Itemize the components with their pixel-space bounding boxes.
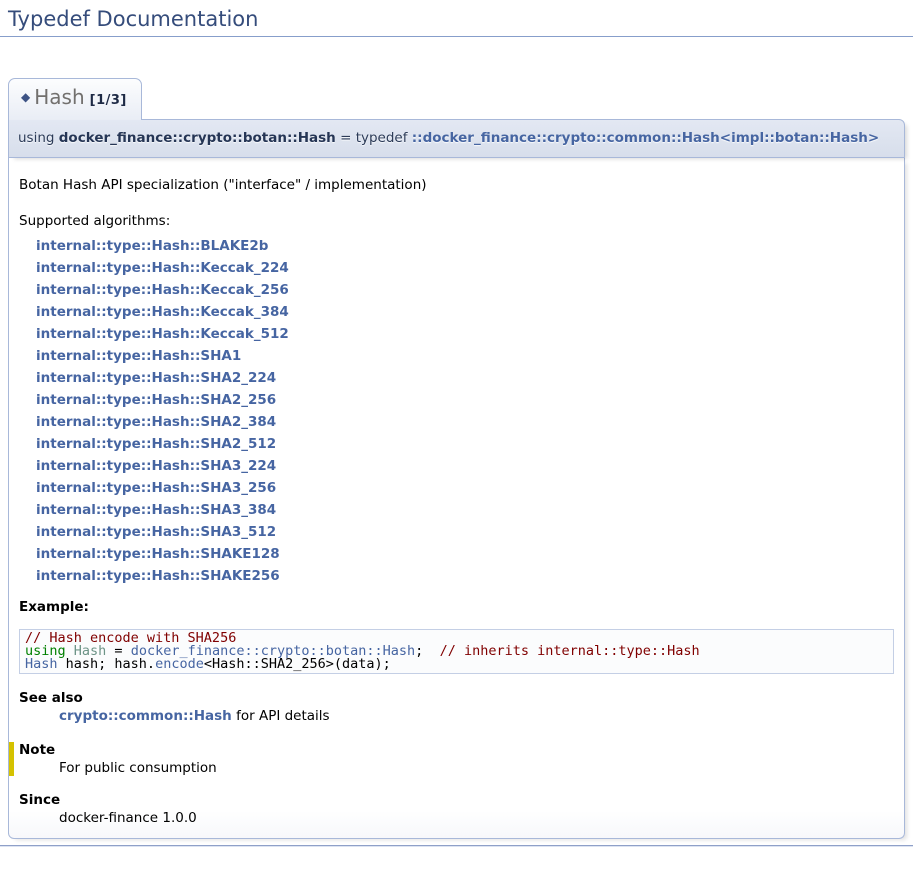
since-text: docker-finance 1.0.0 [59, 810, 894, 826]
footer-rule [0, 845, 913, 847]
typedef-declaration: using docker_finance::crypto::botan::Has… [8, 119, 905, 158]
algorithm-link[interactable]: internal::type::Hash::SHA2_256 [36, 389, 276, 411]
since-section: Since docker-finance 1.0.0 [19, 792, 894, 826]
typedef-documentation-page: Typedef Documentation ◆ Hash [1/3] using d… [0, 0, 913, 839]
note-text: For public consumption [59, 760, 894, 776]
algorithm-link[interactable]: internal::type::Hash::SHA2_384 [36, 411, 276, 433]
code-link[interactable]: Hash [25, 656, 58, 672]
declaration-type-link[interactable]: ::docker_finance::crypto::common::Hash<i… [412, 130, 879, 146]
page-title: Typedef Documentation [0, 0, 913, 37]
algorithm-link[interactable]: internal::type::Hash::SHA3_384 [36, 499, 276, 521]
algorithm-link[interactable]: internal::type::Hash::SHA2_224 [36, 367, 276, 389]
supported-algorithms-block: Supported algorithms: internal::type::Ha… [19, 210, 894, 587]
algorithm-link[interactable]: internal::type::Hash::SHA2_512 [36, 433, 276, 455]
code-line: Hash hash; hash.encode<Hash::SHA2_256>(d… [25, 658, 888, 671]
see-also-content: crypto::common::Hash for API details [59, 708, 894, 724]
code-token-plain: <Hash::SHA2_256>(data); [204, 656, 391, 672]
code-token-plain: hash; hash. [58, 656, 156, 672]
since-heading: Since [19, 792, 894, 808]
typedef-member-hash: ◆Hash[1/3] using docker_finance::crypto:… [8, 78, 905, 839]
algorithm-link[interactable]: internal::type::Hash::SHA1 [36, 345, 241, 367]
note-heading: Note [19, 742, 894, 758]
member-tab-hash[interactable]: ◆ Hash [1/3] [8, 78, 142, 120]
algorithm-link[interactable]: internal::type::Hash::Keccak_512 [36, 323, 289, 345]
algorithm-link[interactable]: internal::type::Hash::BLAKE2b [36, 235, 268, 257]
supported-algorithms-label: Supported algorithms: [19, 210, 894, 232]
code-token-plain: ; [415, 643, 439, 659]
code-link[interactable]: encode [155, 656, 204, 672]
algorithm-link[interactable]: internal::type::Hash::Keccak_384 [36, 301, 289, 323]
algorithm-link-list: internal::type::Hash::BLAKE2binternal::t… [19, 235, 894, 587]
see-also-section: See also crypto::common::Hash for API de… [19, 690, 894, 724]
diamond-anchor-icon[interactable]: ◆ [21, 90, 30, 104]
algorithm-link[interactable]: internal::type::Hash::SHAKE128 [36, 543, 280, 565]
member-documentation: Botan Hash API specialization ("interfac… [8, 158, 905, 839]
member-tab-name: Hash [34, 85, 84, 109]
code-token-comment: // inherits internal::type::Hash [440, 643, 700, 659]
see-also-text: for API details [232, 708, 330, 724]
algorithm-link[interactable]: internal::type::Hash::SHA3_256 [36, 477, 276, 499]
brief-description: Botan Hash API specialization ("interfac… [19, 177, 894, 193]
code-example: // Hash encode with SHA256using Hash = d… [19, 629, 894, 674]
see-also-heading: See also [19, 690, 894, 706]
example-section: Example: [19, 599, 894, 615]
algorithm-link[interactable]: internal::type::Hash::Keccak_256 [36, 279, 289, 301]
see-also-link[interactable]: crypto::common::Hash [59, 708, 232, 724]
algorithm-link[interactable]: internal::type::Hash::SHA3_224 [36, 455, 276, 477]
algorithm-link[interactable]: internal::type::Hash::SHAKE256 [36, 565, 280, 587]
algorithm-link[interactable]: internal::type::Hash::SHA3_512 [36, 521, 276, 543]
overload-badge: [1/3] [90, 93, 127, 108]
example-heading: Example: [19, 599, 894, 615]
note-section: Note For public consumption [9, 742, 894, 776]
declaration-name: docker_finance::crypto::botan::Hash [59, 130, 336, 146]
declaration-keyword: using [18, 130, 54, 146]
algorithm-link[interactable]: internal::type::Hash::Keccak_224 [36, 257, 289, 279]
declaration-connector: = typedef [340, 130, 407, 146]
